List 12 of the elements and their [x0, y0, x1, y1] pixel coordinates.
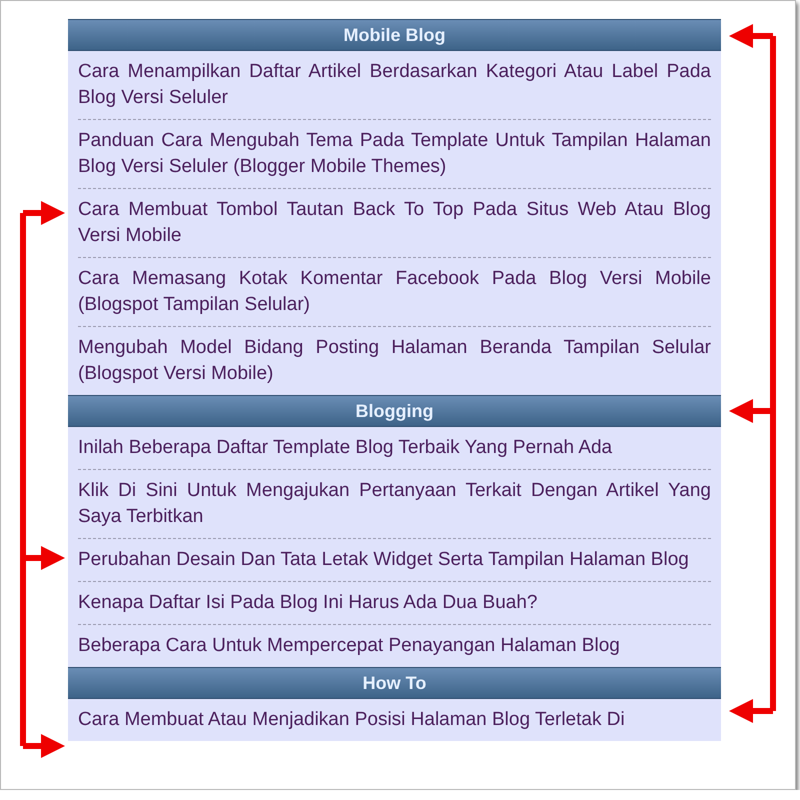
article-link[interactable]: Panduan Cara Mengubah Tema Pada Template Untuk Tampilan Halaman Blog Versi Seluler (Blogger Mobile Themes)	[78, 119, 711, 188]
section-header: Mobile Blog	[68, 19, 721, 51]
section-header: Blogging	[68, 395, 721, 427]
article-link[interactable]: Cara Membuat Tombol Tautan Back To Top Pada Situs Web Atau Blog Versi Mobile	[78, 188, 711, 257]
article-link[interactable]: Cara Menampilkan Daftar Artikel Berdasarkan Kategori Atau Label Pada Blog Versi Seluler	[78, 51, 711, 119]
section-header: How To	[68, 667, 721, 699]
article-link[interactable]: Kenapa Daftar Isi Pada Blog Ini Harus Ada Dua Buah?	[78, 581, 711, 624]
article-link[interactable]: Inilah Beberapa Daftar Template Blog Terbaik Yang Pernah Ada	[78, 427, 711, 469]
article-link[interactable]: Klik Di Sini Untuk Mengajukan Pertanyaan Terkait Dengan Artikel Yang Saya Terbitkan	[78, 469, 711, 538]
article-link[interactable]: Perubahan Desain Dan Tata Letak Widget Serta Tampilan Halaman Blog	[78, 538, 711, 581]
article-link[interactable]: Cara Memasang Kotak Komentar Facebook Pada Blog Versi Mobile (Blogspot Tampilan Selular)	[78, 257, 711, 326]
article-link[interactable]: Cara Membuat Atau Menjadikan Posisi Halaman Blog Terletak Di	[78, 699, 711, 741]
